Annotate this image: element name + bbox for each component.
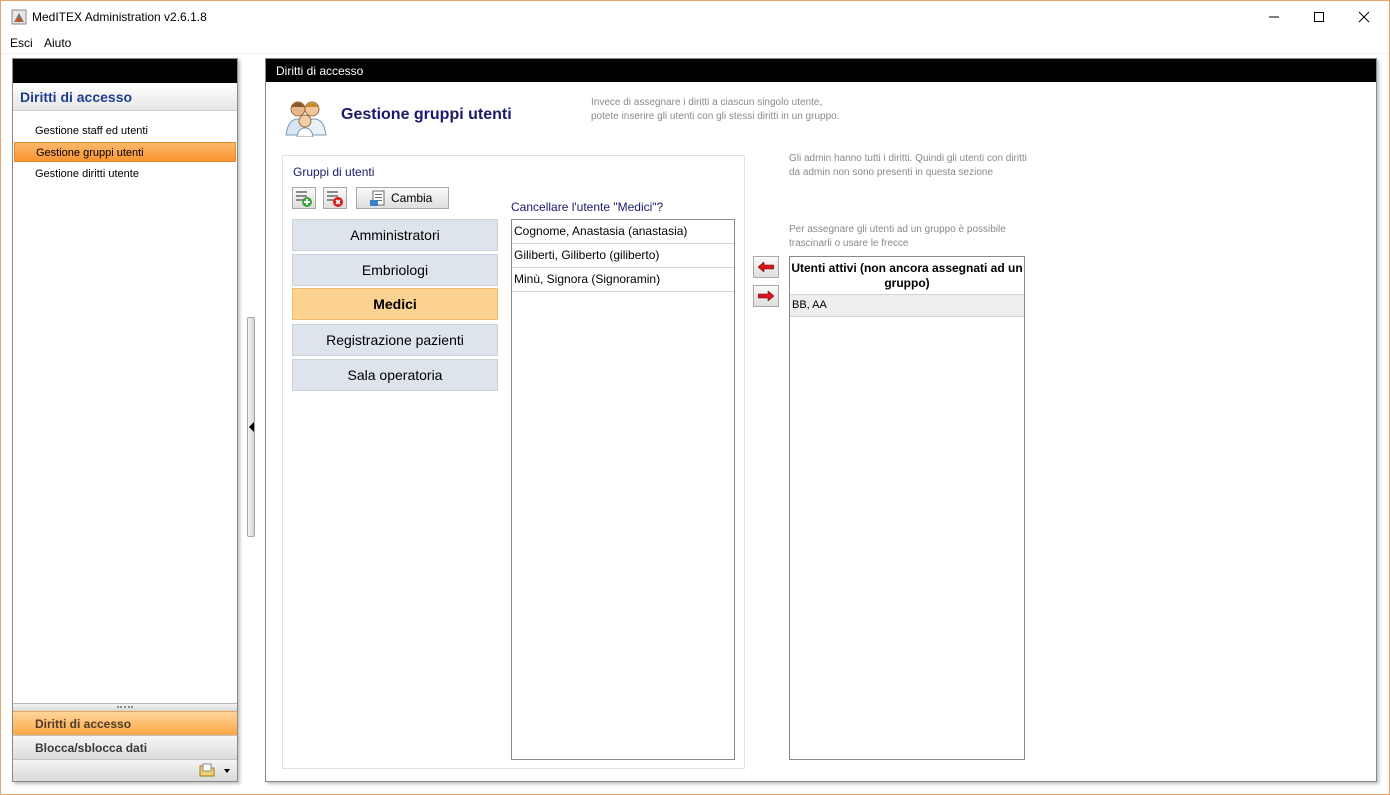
move-left-button[interactable] [753,256,779,278]
list-item[interactable]: BB, AA [790,294,1024,317]
menu-separator [1,53,1389,54]
menu-aiuto[interactable]: Aiuto [44,36,71,50]
cambia-button[interactable]: Cambia [356,187,449,209]
group-item-embriologi[interactable]: Embriologi [292,254,498,286]
left-nav-panel: Diritti di accesso Gestione staff ed ute… [12,58,238,782]
active-users-header: Utenti attivi (non ancora assegnati ad u… [791,261,1023,290]
user-group-icon [285,101,327,137]
group-item-amministratori[interactable]: Amministratori [292,219,498,251]
arrow-left-icon [758,262,774,272]
list-item[interactable]: Giliberti, Giliberto (giliberto) [512,244,734,268]
delete-icon [327,191,343,207]
menu-esci[interactable]: Esci [10,36,33,50]
group-item-medici[interactable]: Medici [292,288,498,320]
menu-bar: Esci Aiuto [1,33,1389,53]
main-panel: Diritti di accesso Gestione gruppi utent… [265,58,1377,782]
page-description-line-1: Invece di assegnare i diritti a ciascun … [591,97,823,108]
add-group-button[interactable] [292,187,316,209]
delete-user-prompt: Cancellare l'utente "Medici"? [511,200,664,214]
nav-footer [13,759,237,781]
folder-icon[interactable] [199,763,215,777]
maximize-button[interactable] [1296,1,1342,33]
maximize-icon [1314,12,1324,22]
left-panel-title: Diritti di accesso [20,89,133,105]
window-title: MedITEX Administration v2.6.1.8 [32,10,207,24]
title-bar: MedITEX Administration v2.6.1.8 [1,1,1389,33]
left-panel-topbar [13,59,237,83]
nav-splitter[interactable] [13,703,237,711]
nav-item-staff[interactable]: Gestione staff ed utenti [14,121,236,141]
nav-button-blocca-sblocca[interactable]: Blocca/sblocca dati [13,735,237,759]
left-panel-header: Diritti di accesso [13,83,237,111]
app-icon [11,9,27,25]
page-title: Gestione gruppi utenti [341,106,512,123]
cambia-label: Cambia [391,191,433,205]
nav-item-gruppi[interactable]: Gestione gruppi utenti [14,142,236,162]
main-panel-topbar: Diritti di accesso [266,59,1376,82]
groups-label: Gruppi di utenti [293,165,375,179]
close-icon [1358,11,1370,23]
page-description: Invece di assegnare i diritti a ciascun … [591,96,891,124]
assign-note: Per assegnare gli utenti ad un gruppo è … [789,224,1006,249]
arrow-right-icon [758,291,774,301]
edit-document-icon [370,190,385,206]
delete-group-button[interactable] [323,187,347,209]
minimize-icon [1269,16,1279,18]
page-description-line-2: potete inserire gli utenti con gli stess… [591,111,840,122]
group-users-list[interactable]: Cognome, Anastasia (anastasia) Giliberti… [511,219,735,760]
group-item-registrazione-pazienti[interactable]: Registrazione pazienti [292,324,498,356]
nav-button-diritti-accesso[interactable]: Diritti di accesso [13,711,237,735]
app-window: MedITEX Administration v2.6.1.8 Esci Aiu… [0,0,1390,795]
active-users-list[interactable]: Utenti attivi (non ancora assegnati ad u… [789,256,1025,760]
minimize-button[interactable] [1251,1,1297,33]
chevron-down-icon[interactable] [224,769,230,773]
list-item[interactable]: Minù, Signora (Signoramin) [512,268,734,292]
collapse-left-icon[interactable] [249,422,255,432]
section-title: Diritti di accesso [276,64,364,78]
move-right-button[interactable] [753,285,779,307]
list-item[interactable]: Cognome, Anastasia (anastasia) [512,220,734,244]
nav-item-diritti[interactable]: Gestione diritti utente [14,164,236,184]
close-button[interactable] [1341,1,1387,33]
admin-note: Gli admin hanno tutti i diritti. Quindi … [789,153,1027,178]
add-icon [296,191,312,207]
group-item-sala-operatoria[interactable]: Sala operatoria [292,359,498,391]
